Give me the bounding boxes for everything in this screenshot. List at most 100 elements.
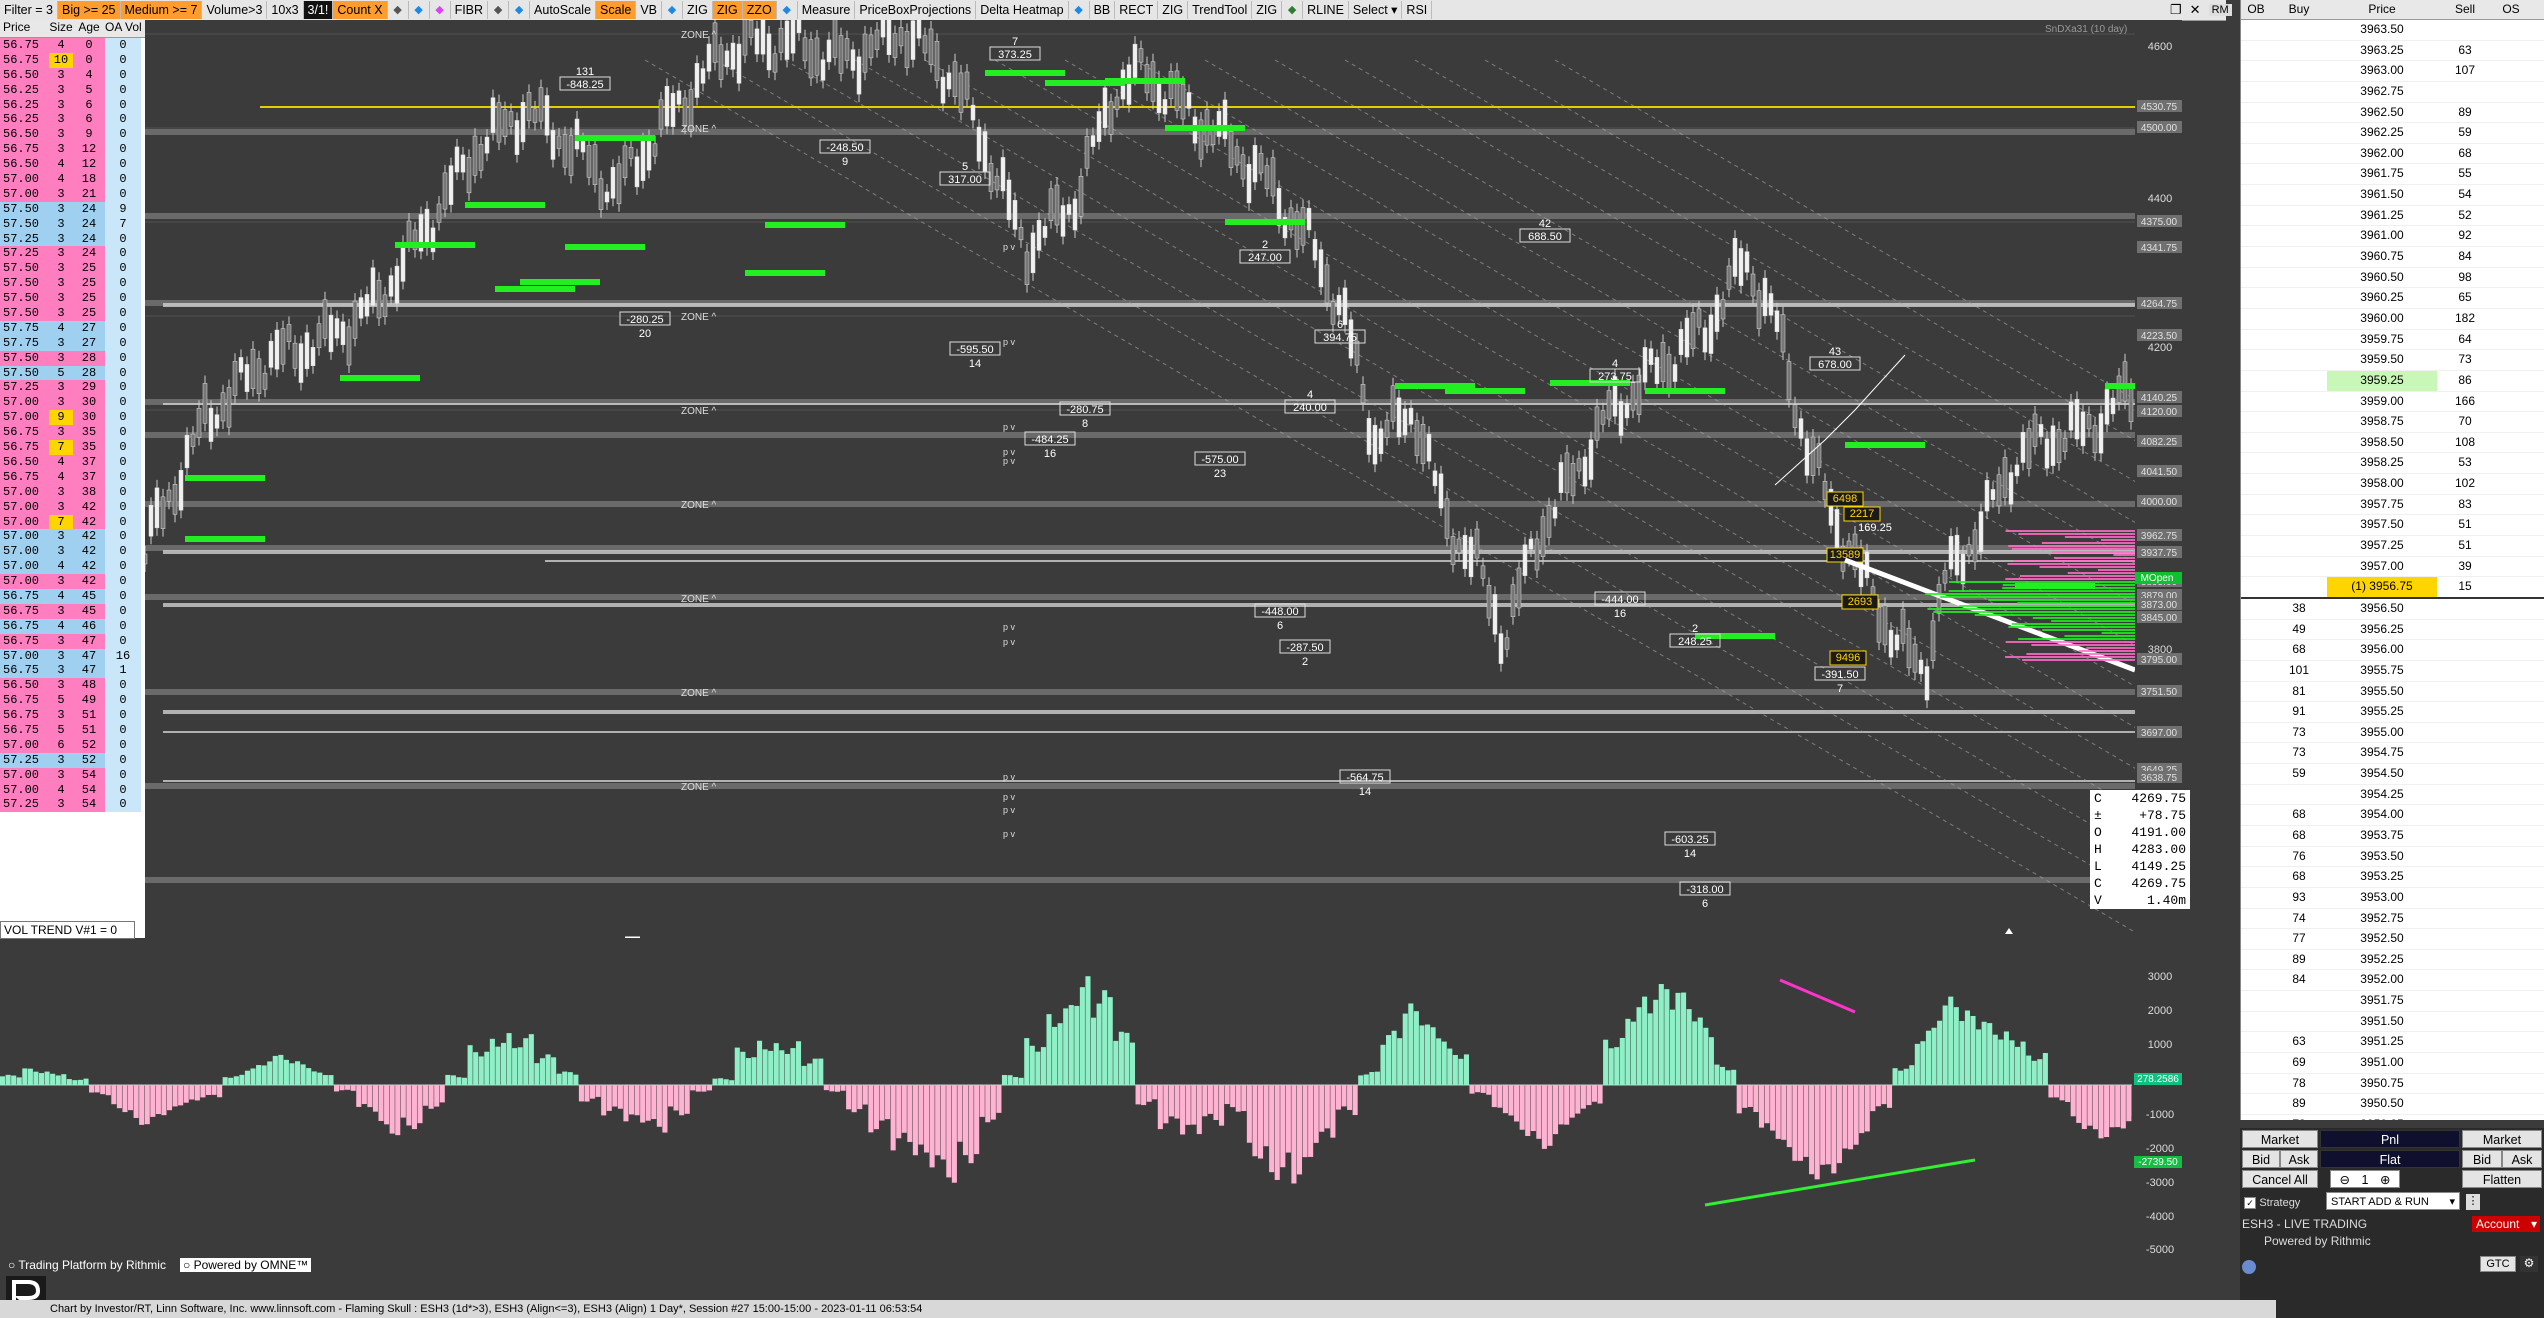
dom-sell[interactable]: 73 xyxy=(2437,350,2493,370)
dom-buy[interactable] xyxy=(2271,536,2327,556)
dom-row[interactable]: 3961.00 92 xyxy=(2241,226,2544,248)
dom-sell[interactable]: 39 xyxy=(2437,557,2493,577)
dom-buy[interactable] xyxy=(2271,371,2327,391)
dom-os[interactable] xyxy=(2493,433,2529,453)
toolbar-item[interactable]: PriceBoxProjections xyxy=(855,1,977,19)
dom-row[interactable]: 3963.50 xyxy=(2241,20,2544,41)
dom-buy[interactable]: 73 xyxy=(2271,743,2327,763)
delta-oscillator[interactable]: 3000200010000-1000-2000-3000-4000-500027… xyxy=(0,940,2182,1260)
dom-buy[interactable] xyxy=(2271,453,2327,473)
dom-sell[interactable] xyxy=(2437,661,2493,681)
market-buy-button[interactable]: Market xyxy=(2242,1130,2318,1148)
dom-sell[interactable] xyxy=(2437,909,2493,929)
dom-os[interactable] xyxy=(2493,557,2529,577)
ask-button[interactable]: Ask xyxy=(2280,1150,2318,1168)
toolbar-item[interactable]: Volume>3 xyxy=(202,1,268,19)
dom-row[interactable]: 59 3954.50 xyxy=(2241,764,2544,785)
dom-ob[interactable] xyxy=(2241,20,2271,40)
dom-ob[interactable] xyxy=(2241,371,2271,391)
dom-buy[interactable]: 59 xyxy=(2271,764,2327,784)
strategy-checkbox[interactable]: ✓ Strategy xyxy=(2244,1195,2300,1209)
dom-os[interactable] xyxy=(2493,950,2529,970)
dom-buy[interactable] xyxy=(2271,247,2327,267)
market-sell-button[interactable]: Market xyxy=(2462,1130,2542,1148)
toolbar-item[interactable]: RLINE xyxy=(1303,1,1349,19)
dom-buy[interactable] xyxy=(2271,309,2327,329)
dom-sell[interactable]: 166 xyxy=(2437,392,2493,412)
dom-os[interactable] xyxy=(2493,991,2529,1011)
dom-buy[interactable]: 78 xyxy=(2271,1074,2327,1094)
dom-sell[interactable] xyxy=(2437,620,2493,640)
dom-sell[interactable] xyxy=(2437,888,2493,908)
dom-sell[interactable] xyxy=(2437,826,2493,846)
dom-os[interactable] xyxy=(2493,144,2529,164)
dom-row[interactable]: 3957.50 51 xyxy=(2241,515,2544,537)
dom-ob[interactable] xyxy=(2241,577,2271,597)
dom-row[interactable]: 3960.00 182 xyxy=(2241,309,2544,330)
dom-row[interactable]: 3959.00 166 xyxy=(2241,392,2544,413)
dom-sell[interactable] xyxy=(2437,1094,2493,1114)
toolbar-item[interactable]: ZIG xyxy=(1158,1,1189,19)
dom-os[interactable] xyxy=(2493,123,2529,143)
dom-sell[interactable]: 86 xyxy=(2437,371,2493,391)
dom-os[interactable] xyxy=(2493,599,2529,619)
dom-ob[interactable] xyxy=(2241,702,2271,722)
close-icon[interactable]: ✕ xyxy=(2190,2,2201,18)
dom-buy[interactable]: 89 xyxy=(2271,950,2327,970)
dom-ob[interactable] xyxy=(2241,1032,2271,1052)
dom-ob[interactable] xyxy=(2241,144,2271,164)
dom-sell[interactable] xyxy=(2437,847,2493,867)
settings-icon[interactable] xyxy=(2242,1260,2256,1274)
toolbar-item[interactable]: RECT xyxy=(1115,1,1159,19)
dom-os[interactable] xyxy=(2493,226,2529,246)
dom-ob[interactable] xyxy=(2241,1012,2271,1032)
dom-ob[interactable] xyxy=(2241,392,2271,412)
dom-sell[interactable]: 182 xyxy=(2437,309,2493,329)
toolbar-tool-icon[interactable]: ◆ xyxy=(409,1,430,19)
dom-ob[interactable] xyxy=(2241,350,2271,370)
dom-ob[interactable] xyxy=(2241,164,2271,184)
dom-row[interactable]: 3962.25 59 xyxy=(2241,123,2544,144)
dom-sell[interactable] xyxy=(2437,1074,2493,1094)
dom-row[interactable]: 3958.50 108 xyxy=(2241,433,2544,454)
dom-os[interactable] xyxy=(2493,970,2529,990)
dom-os[interactable] xyxy=(2493,1074,2529,1094)
dom-ob[interactable] xyxy=(2241,536,2271,556)
dom-sell[interactable]: 63 xyxy=(2437,41,2493,61)
dom-ob[interactable] xyxy=(2241,288,2271,308)
dom-os[interactable] xyxy=(2493,764,2529,784)
toolbar-item[interactable]: VB xyxy=(636,1,662,19)
dom-sell[interactable]: 83 xyxy=(2437,495,2493,515)
dom-buy[interactable] xyxy=(2271,185,2327,205)
dom-ob[interactable] xyxy=(2241,412,2271,432)
dom-buy[interactable] xyxy=(2271,82,2327,102)
account-select[interactable]: Account ▾ xyxy=(2472,1216,2540,1232)
dom-buy[interactable] xyxy=(2271,412,2327,432)
dom-row[interactable]: 77 3952.50 xyxy=(2241,929,2544,950)
dom-row[interactable]: 49 3956.25 xyxy=(2241,620,2544,641)
dom-row[interactable]: 733950.25 xyxy=(2241,1115,2544,1120)
dom-buy[interactable]: 74 xyxy=(2271,909,2327,929)
dom-buy[interactable] xyxy=(2271,206,2327,226)
dom-row[interactable]: 89 3952.25 xyxy=(2241,950,2544,971)
toolbar-item[interactable]: Filter = 3 xyxy=(0,1,58,19)
dom-buy[interactable]: 81 xyxy=(2271,682,2327,702)
dom-row[interactable]: 3960.75 84 xyxy=(2241,247,2544,268)
toolbar-tool-icon[interactable]: ◆ xyxy=(1069,1,1090,19)
dom-ob[interactable] xyxy=(2241,888,2271,908)
dom-os[interactable] xyxy=(2493,495,2529,515)
dom-os[interactable] xyxy=(2493,826,2529,846)
dom-sell[interactable] xyxy=(2437,785,2493,805)
dom-buy[interactable] xyxy=(2271,330,2327,350)
dom-ob[interactable] xyxy=(2241,247,2271,267)
dom-row[interactable]: 3960.25 65 xyxy=(2241,288,2544,309)
dom-ob[interactable] xyxy=(2241,764,2271,784)
toolbar-item[interactable]: Count X xyxy=(333,1,388,19)
dom-os[interactable] xyxy=(2493,268,2529,288)
dom-os[interactable] xyxy=(2493,453,2529,473)
depth-of-market[interactable]: OB Buy Price Sell OS 3963.50 3963.25 63 396… xyxy=(2240,0,2544,1120)
dom-ob[interactable] xyxy=(2241,82,2271,102)
toolbar-tool-icon[interactable]: ◆ xyxy=(509,1,531,19)
dom-buy[interactable]: 68 xyxy=(2271,640,2327,660)
dom-sell[interactable]: 68 xyxy=(2437,144,2493,164)
